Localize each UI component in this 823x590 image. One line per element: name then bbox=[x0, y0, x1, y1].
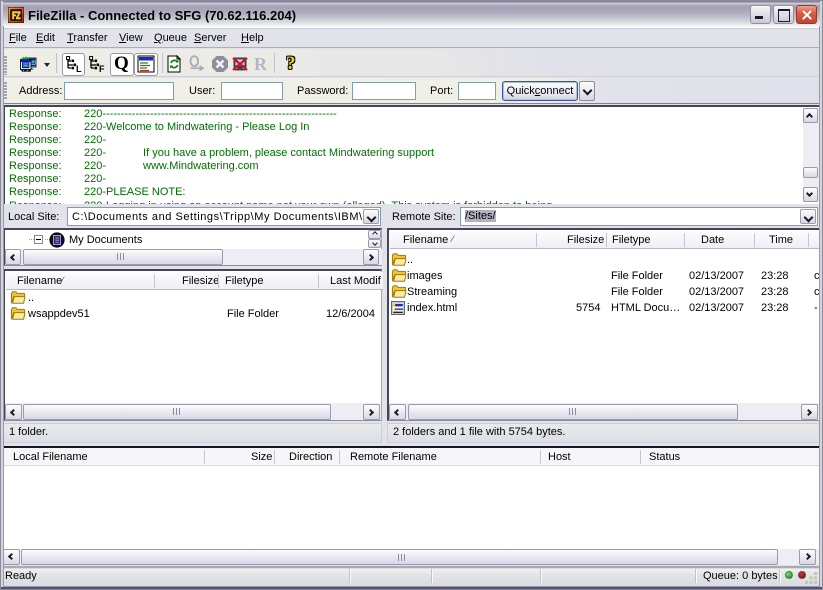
svg-text:F: F bbox=[99, 64, 105, 73]
svg-text:L: L bbox=[76, 64, 82, 73]
